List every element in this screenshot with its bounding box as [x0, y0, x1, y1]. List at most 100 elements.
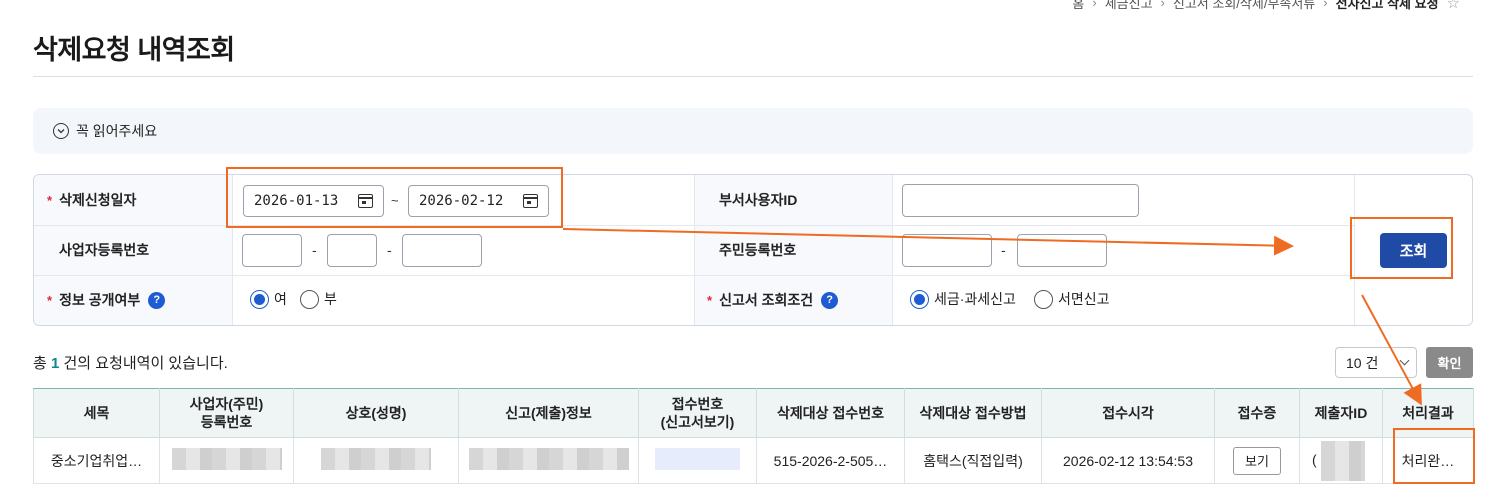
date-from-input[interactable]: 2026-01-13 — [243, 185, 384, 217]
date-to-value: 2026-02-12 — [419, 193, 504, 209]
calendar-icon[interactable] — [358, 194, 373, 208]
biz-no-label: 사업자등록번호 — [34, 225, 232, 275]
col-submitter-id: 제출자ID — [1299, 388, 1383, 438]
delete-date-label: * 삭제신청일자 — [34, 175, 232, 225]
divider — [33, 76, 1473, 77]
col-del-method: 삭제대상 접수방법 — [904, 388, 1042, 438]
radio-disclose-no[interactable]: 부 — [300, 289, 337, 309]
report-cond-label-text: 신고서 조회조건 — [719, 292, 814, 308]
results-table: 세목 사업자(주민) 등록번호 상호(성명) 신고(제출)정보 접수번호 (신고… — [33, 388, 1474, 484]
disclose-label-text: 정보 공개여부 — [59, 292, 141, 308]
notice-label: 꼭 읽어주세요 — [76, 123, 158, 139]
cell-result: 처리완… — [1382, 437, 1474, 484]
dept-user-label: 부서사용자ID — [694, 175, 892, 225]
date-range-tilde: ~ — [391, 193, 399, 208]
col-received-at: 접수시각 — [1041, 388, 1215, 438]
required-mark: * — [707, 292, 713, 308]
redacted-link[interactable] — [655, 448, 740, 470]
result-count-number: 1 — [50, 355, 60, 372]
dash: - — [387, 242, 392, 258]
col-company: 상호(성명) — [293, 388, 459, 438]
radio-checked[interactable] — [910, 289, 929, 309]
breadcrumb-current: 전자신고 삭제 요청 — [1335, 0, 1439, 11]
divider — [1354, 175, 1355, 325]
help-icon[interactable]: ? — [148, 291, 166, 309]
chevron-down-icon — [1399, 355, 1410, 366]
result-count-suffix: 건의 요청내역이 있습니다. — [63, 355, 228, 372]
col-result: 처리결과 — [1382, 388, 1474, 438]
col-receipt-no: 접수번호 (신고서보기) — [638, 388, 757, 438]
help-icon[interactable]: ? — [821, 291, 839, 309]
view-receipt-button[interactable]: 보기 — [1233, 446, 1281, 475]
radio-unchecked[interactable] — [1034, 289, 1053, 309]
calendar-icon[interactable] — [523, 194, 538, 208]
breadcrumb: 홈 › 세금신고 › 신고서 조회/삭제/부속서류 › 전자신고 삭제 요청 ☆ — [1072, 0, 1460, 12]
result-count: 총 1 건의 요청내역이 있습니다. — [33, 352, 228, 373]
cell-receipt: 보기 — [1214, 437, 1300, 484]
divider — [892, 175, 893, 325]
cell-tax-item: 중소기업취업… — [33, 437, 160, 484]
cell-del-receipt-no: 515-2026-2-505… — [756, 437, 905, 484]
resident-no-part2[interactable] — [1017, 234, 1107, 267]
notice-toggle[interactable]: 꼭 읽어주세요 — [33, 108, 1473, 154]
resident-no-part1[interactable] — [902, 234, 992, 267]
cell-del-method: 홈택스(직접입력) — [904, 437, 1042, 484]
redacted-block — [171, 448, 282, 470]
dept-user-input[interactable] — [902, 184, 1139, 217]
radio-report-paper[interactable]: 서면신고 — [1034, 289, 1110, 309]
radio-label: 서면신고 — [1058, 291, 1110, 307]
report-cond-label: * 신고서 조회조건 ? — [694, 275, 892, 325]
page-title: 삭제요청 내역조회 — [33, 35, 235, 65]
date-to-input[interactable]: 2026-02-12 — [408, 185, 549, 217]
col-del-receipt-no: 삭제대상 접수번호 — [756, 388, 905, 438]
resident-no-label: 주민등록번호 — [694, 225, 892, 275]
breadcrumb-home[interactable]: 홈 — [1072, 0, 1084, 12]
cell-submitter-id: ( — [1299, 437, 1383, 484]
table-header-row: 세목 사업자(주민) 등록번호 상호(성명) 신고(제출)정보 접수번호 (신고… — [33, 388, 1474, 438]
dash: - — [1001, 242, 1006, 258]
star-icon[interactable]: ☆ — [1447, 0, 1460, 12]
cell-biz-no-redacted — [159, 437, 294, 484]
divider — [694, 175, 695, 325]
biz-no-label-text: 사업자등록번호 — [59, 242, 150, 258]
radio-checked[interactable] — [250, 289, 269, 309]
cell-receipt-no-redacted[interactable] — [638, 437, 757, 484]
cell-report-info-redacted — [458, 437, 639, 484]
biz-no-part3[interactable] — [402, 234, 482, 267]
date-from-value: 2026-01-13 — [254, 193, 339, 209]
delete-date-label-text: 삭제신청일자 — [59, 192, 137, 208]
dash: - — [312, 242, 317, 258]
redacted-block — [468, 448, 629, 470]
radio-disclose-yes[interactable]: 여 — [250, 289, 287, 309]
page-size-select[interactable]: 10 건 — [1335, 347, 1417, 378]
table-row: 중소기업취업… 515-2026-2-505… 홈택스(직접입력) 2026-0… — [33, 437, 1474, 484]
cell-company-redacted — [293, 437, 459, 484]
required-mark: * — [47, 192, 53, 208]
biz-no-part2[interactable] — [327, 234, 377, 267]
col-receipt: 접수증 — [1214, 388, 1300, 438]
radio-report-tax[interactable]: 세금·과세신고 — [910, 289, 1016, 309]
breadcrumb-tax-report[interactable]: 세금신고 — [1105, 0, 1153, 12]
redacted-block — [321, 448, 431, 470]
col-tax-item: 세목 — [33, 388, 160, 438]
submitter-id-text: ( — [1312, 451, 1317, 468]
required-mark: * — [47, 292, 53, 308]
confirm-button[interactable]: 확인 — [1426, 347, 1473, 378]
disclose-label: * 정보 공개여부 ? — [34, 275, 232, 325]
divider — [232, 175, 233, 325]
chevron-down-icon — [53, 123, 69, 139]
chevron-right-icon: › — [1160, 0, 1165, 10]
search-form: * 삭제신청일자 사업자등록번호 * 정보 공개여부 ? 부서사용자ID 주민등… — [33, 174, 1473, 326]
biz-no-part1[interactable] — [242, 234, 302, 267]
dept-user-label-text: 부서사용자ID — [719, 192, 798, 208]
radio-unchecked[interactable] — [300, 289, 319, 309]
breadcrumb-report-query[interactable]: 신고서 조회/삭제/부속서류 — [1173, 0, 1315, 12]
resident-no-label-text: 주민등록번호 — [719, 242, 797, 258]
radio-label: 부 — [324, 291, 337, 307]
col-biz-no: 사업자(주민) 등록번호 — [159, 388, 294, 438]
search-button[interactable]: 조회 — [1380, 233, 1447, 268]
chevron-right-icon: › — [1323, 0, 1328, 10]
col-report-info: 신고(제출)정보 — [458, 388, 639, 438]
page-size-value: 10 건 — [1346, 354, 1379, 371]
chevron-right-icon: › — [1092, 0, 1097, 10]
